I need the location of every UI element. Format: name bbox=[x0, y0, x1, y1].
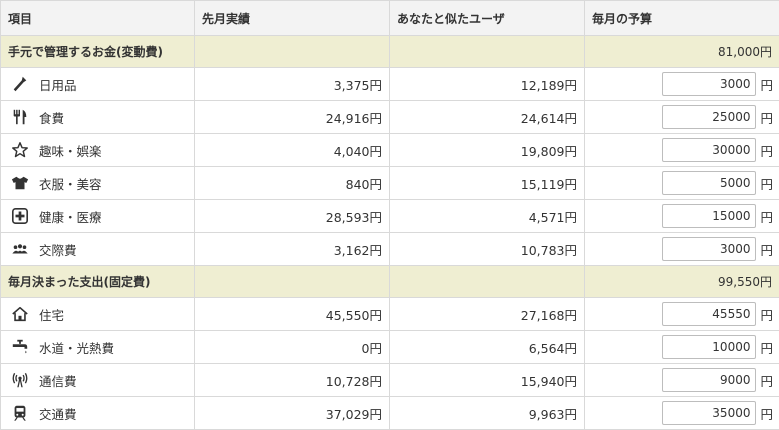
budget-input[interactable] bbox=[662, 237, 757, 261]
column-header-last-month: 先月実績 bbox=[194, 0, 390, 36]
unit-label: 円 bbox=[760, 176, 773, 192]
section-row-fixed: 毎月決まった支出(固定費) 99,550円 bbox=[0, 265, 779, 298]
medical-cross-icon bbox=[10, 206, 30, 226]
category-label: 交際費 bbox=[39, 242, 77, 258]
unit-label: 円 bbox=[760, 373, 773, 389]
similar-users-value: 12,189円 bbox=[389, 67, 585, 101]
similar-users-value: 19,809円 bbox=[389, 133, 585, 167]
fork-knife-icon bbox=[10, 107, 30, 127]
budget-input[interactable] bbox=[662, 204, 757, 228]
train-icon bbox=[10, 403, 30, 423]
faucet-icon bbox=[10, 337, 30, 357]
last-month-value: 0円 bbox=[194, 330, 390, 364]
category-label: 通信費 bbox=[39, 373, 77, 389]
unit-label: 円 bbox=[760, 340, 773, 356]
similar-users-value: 10,783円 bbox=[389, 232, 585, 266]
table-row: 健康・医療 28,593円 4,571円 円 bbox=[0, 199, 779, 233]
budget-input[interactable] bbox=[662, 335, 757, 359]
house-icon bbox=[10, 304, 30, 324]
category-label: 交通費 bbox=[39, 406, 77, 422]
budget-input[interactable] bbox=[662, 368, 757, 392]
category-label: 水道・光熱費 bbox=[39, 340, 115, 356]
budget-input[interactable] bbox=[662, 171, 757, 195]
similar-users-value: 15,119円 bbox=[389, 166, 585, 200]
section-total: 99,550円 bbox=[584, 265, 779, 298]
budget-input[interactable] bbox=[662, 302, 757, 326]
budget-table: 項目 先月実績 あなたと似たユーザ 毎月の予算 手元で管理するお金(変動費) 8… bbox=[0, 0, 779, 430]
column-header-item: 項目 bbox=[0, 0, 195, 36]
star-icon bbox=[10, 140, 30, 160]
last-month-value: 45,550円 bbox=[194, 297, 390, 331]
category-label: 健康・医療 bbox=[39, 209, 102, 225]
unit-label: 円 bbox=[760, 77, 773, 93]
table-row: 通信費 10,728円 15,940円 円 bbox=[0, 363, 779, 397]
shirt-icon bbox=[10, 173, 30, 193]
category-label: 食費 bbox=[39, 110, 65, 126]
table-header-row: 項目 先月実績 あなたと似たユーザ 毎月の予算 bbox=[0, 0, 779, 36]
budget-input[interactable] bbox=[662, 72, 757, 96]
last-month-value: 37,029円 bbox=[194, 396, 390, 430]
budget-input[interactable] bbox=[662, 401, 757, 425]
unit-label: 円 bbox=[760, 242, 773, 258]
budget-input[interactable] bbox=[662, 138, 757, 162]
last-month-value: 10,728円 bbox=[194, 363, 390, 397]
category-label: 日用品 bbox=[39, 77, 77, 93]
unit-label: 円 bbox=[760, 209, 773, 225]
last-month-value: 28,593円 bbox=[194, 199, 390, 233]
table-row: 水道・光熱費 0円 6,564円 円 bbox=[0, 330, 779, 364]
similar-users-value: 9,963円 bbox=[389, 396, 585, 430]
table-row: 日用品 3,375円 12,189円 円 bbox=[0, 67, 779, 101]
section-title: 手元で管理するお金(変動費) bbox=[0, 35, 195, 68]
unit-label: 円 bbox=[760, 406, 773, 422]
table-row: 交際費 3,162円 10,783円 円 bbox=[0, 232, 779, 266]
section-total: 81,000円 bbox=[584, 35, 779, 68]
table-row: 衣服・美容 840円 15,119円 円 bbox=[0, 166, 779, 200]
last-month-value: 3,162円 bbox=[194, 232, 390, 266]
column-header-similar-users: あなたと似たユーザ bbox=[389, 0, 585, 36]
last-month-value: 840円 bbox=[194, 166, 390, 200]
similar-users-value: 24,614円 bbox=[389, 100, 585, 134]
last-month-value: 4,040円 bbox=[194, 133, 390, 167]
similar-users-value: 27,168円 bbox=[389, 297, 585, 331]
budget-input[interactable] bbox=[662, 105, 757, 129]
table-row: 住宅 45,550円 27,168円 円 bbox=[0, 297, 779, 331]
column-header-monthly-budget: 毎月の予算 bbox=[584, 0, 779, 36]
table-row: 食費 24,916円 24,614円 円 bbox=[0, 100, 779, 134]
similar-users-value: 6,564円 bbox=[389, 330, 585, 364]
people-icon bbox=[10, 239, 30, 259]
last-month-value: 24,916円 bbox=[194, 100, 390, 134]
section-title: 毎月決まった支出(固定費) bbox=[0, 265, 195, 298]
tool-icon bbox=[10, 74, 30, 94]
category-label: 衣服・美容 bbox=[39, 176, 102, 192]
unit-label: 円 bbox=[760, 110, 773, 126]
similar-users-value: 4,571円 bbox=[389, 199, 585, 233]
unit-label: 円 bbox=[760, 307, 773, 323]
section-row-variable: 手元で管理するお金(変動費) 81,000円 bbox=[0, 35, 779, 68]
category-label: 趣味・娯楽 bbox=[39, 143, 102, 159]
unit-label: 円 bbox=[760, 143, 773, 159]
table-row: 趣味・娯楽 4,040円 19,809円 円 bbox=[0, 133, 779, 167]
antenna-icon bbox=[10, 370, 30, 390]
category-label: 住宅 bbox=[39, 307, 65, 323]
table-row: 交通費 37,029円 9,963円 円 bbox=[0, 396, 779, 430]
last-month-value: 3,375円 bbox=[194, 67, 390, 101]
similar-users-value: 15,940円 bbox=[389, 363, 585, 397]
